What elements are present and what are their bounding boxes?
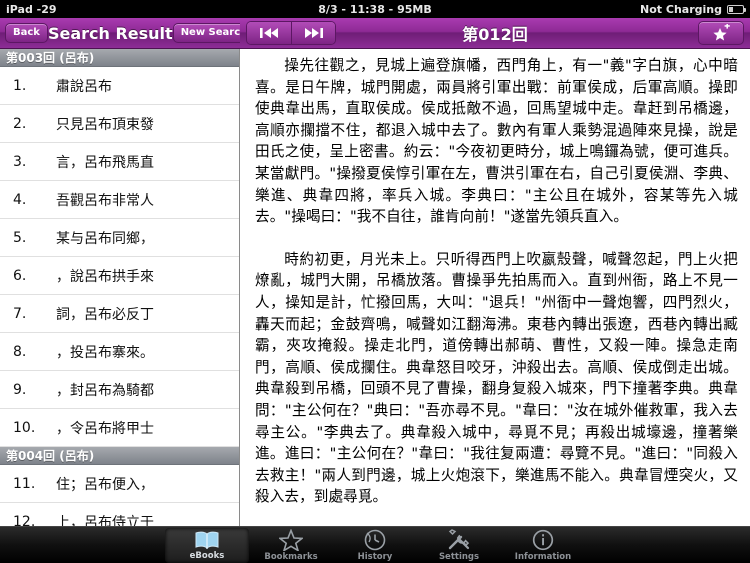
add-bookmark-button[interactable] <box>698 21 744 45</box>
search-result-row[interactable]: 9. ，封呂布為騎都 <box>0 371 239 409</box>
result-snippet: 吾觀呂布非常人 <box>56 192 154 209</box>
back-button[interactable]: Back <box>5 23 48 43</box>
result-index: 8. <box>13 343 27 360</box>
search-result-row[interactable]: 1. 肅說呂布 <box>0 67 239 105</box>
device-name: iPad -29 <box>6 2 57 16</box>
chapter-nav-segmented-control[interactable] <box>246 21 336 45</box>
search-result-toolbar: Back Search Result New Search <box>0 18 256 49</box>
result-snippet: 只見呂布頂束發 <box>56 116 154 133</box>
skip-forward-icon <box>304 28 323 38</box>
tab-information[interactable]: Information <box>501 528 585 563</box>
search-result-row[interactable]: 6. ，說呂布拱手來 <box>0 257 239 295</box>
result-snippet: 住；呂布便入， <box>56 476 154 493</box>
result-index: 2. <box>13 115 27 132</box>
ipad-ebook-reader-app: iPad -29 8/3 - 11:38 - 95MB Not Charging… <box>0 0 750 563</box>
tab-label: eBooks <box>189 550 225 561</box>
previous-chapter-button[interactable] <box>247 22 291 44</box>
result-snippet: 某与呂布同鄉， <box>56 230 154 247</box>
book-text-body: 操先往觀之，見城上遍登旗幡，西門角上，有一"義"字白旗，心中暗喜。是日午牌，城門… <box>255 55 738 526</box>
search-result-row[interactable]: 10. ，令呂布將甲士 <box>0 409 239 447</box>
tools-icon <box>447 528 471 551</box>
tab-label: Settings <box>438 551 480 562</box>
info-circle-icon <box>531 529 555 551</box>
skip-backward-icon <box>260 28 278 38</box>
result-snippet: ，令呂布將甲士 <box>56 420 154 437</box>
search-result-row[interactable]: 3. 言，呂布飛馬直 <box>0 143 239 181</box>
tab-label: Information <box>514 551 572 562</box>
star-icon <box>279 528 303 551</box>
result-index: 9. <box>13 381 27 398</box>
result-snippet: ，說呂布拱手來 <box>56 268 154 285</box>
search-result-row[interactable]: 11. 住；呂布便入， <box>0 465 239 503</box>
result-index: 7. <box>13 305 27 322</box>
tab-bookmarks[interactable]: Bookmarks <box>249 528 333 563</box>
search-result-row[interactable]: 12. 上，呂布侍立于 <box>0 503 239 526</box>
power-status-label: Not Charging <box>640 2 722 16</box>
search-results-list: 第003回 (呂布) 1. 肅說呂布 2. 只見呂布頂束發 3. 言，呂布飛馬直 4. 吾觀呂布… <box>0 49 239 526</box>
search-result-title: Search Result <box>47 23 173 43</box>
next-chapter-button[interactable] <box>291 22 335 44</box>
result-index: 1. <box>13 77 27 94</box>
tab-settings[interactable]: Settings <box>417 528 501 563</box>
clock-icon <box>363 529 387 551</box>
book-text-pane[interactable]: 操先往觀之，見城上遍登旗幡，西門角上，有一"義"字白旗，心中暗喜。是日午牌，城門… <box>241 49 750 526</box>
status-left: iPad -29 <box>6 3 57 16</box>
result-index: 5. <box>13 229 27 246</box>
result-snippet: 詞，呂布必反丁 <box>56 306 154 323</box>
result-snippet: ，投呂布寨來。 <box>56 344 154 361</box>
search-result-row[interactable]: 5. 某与呂布同鄉， <box>0 219 239 257</box>
result-snippet: 上，呂布侍立于 <box>56 514 154 527</box>
result-index: 4. <box>13 191 27 208</box>
section-header: 第004回 (呂布) <box>0 447 239 465</box>
search-result-row[interactable]: 4. 吾觀呂布非常人 <box>0 181 239 219</box>
search-result-row[interactable]: 7. 詞，呂布必反丁 <box>0 295 239 333</box>
add-bookmark-star-icon <box>713 24 730 41</box>
bottom-tab-bar: eBooks Bookmarks History Settings Informatio… <box>0 526 750 563</box>
chapter-title: 第012回 <box>462 25 528 44</box>
book-paragraph: 時約初更，月光未上。只听得西門上吹嬴殼聲，喊聲忽起，門上火把燎亂，城門大開，吊橋… <box>255 250 738 506</box>
tab-label: Bookmarks <box>264 551 318 562</box>
result-index: 12. <box>13 513 36 527</box>
search-result-row[interactable]: 2. 只見呂布頂束發 <box>0 105 239 143</box>
reader-toolbar: 第012回 <box>240 18 750 49</box>
status-bar: iPad -29 8/3 - 11:38 - 95MB Not Charging <box>0 0 750 18</box>
book-paragraph: 操先往觀之，見城上遍登旗幡，西門角上，有一"義"字白旗，心中暗喜。是日午牌，城門… <box>255 57 738 226</box>
tab-history[interactable]: History <box>333 528 417 563</box>
result-index: 11. <box>13 475 36 492</box>
result-index: 10. <box>13 419 36 436</box>
result-snippet: 肅說呂布 <box>56 78 112 95</box>
book-icon <box>194 530 220 550</box>
status-center-info: 8/3 - 11:38 - 95MB <box>318 2 432 16</box>
result-snippet: 言，呂布飛馬直 <box>56 154 154 171</box>
tab-list: eBooks Bookmarks History Settings Informatio… <box>165 527 585 563</box>
battery-icon <box>727 4 746 14</box>
search-results-sidebar[interactable]: 第003回 (呂布) 1. 肅說呂布 2. 只見呂布頂束發 3. 言，呂布飛馬直 4. 吾觀呂布… <box>0 49 240 526</box>
result-snippet: ，封呂布為騎都 <box>56 382 154 399</box>
section-header: 第003回 (呂布) <box>0 49 239 67</box>
result-index: 6. <box>13 267 27 284</box>
tab-label: History <box>357 551 393 562</box>
search-result-row[interactable]: 8. ，投呂布寨來。 <box>0 333 239 371</box>
result-index: 3. <box>13 153 27 170</box>
tab-ebooks[interactable]: eBooks <box>165 527 249 563</box>
status-right: Not Charging <box>640 2 746 16</box>
